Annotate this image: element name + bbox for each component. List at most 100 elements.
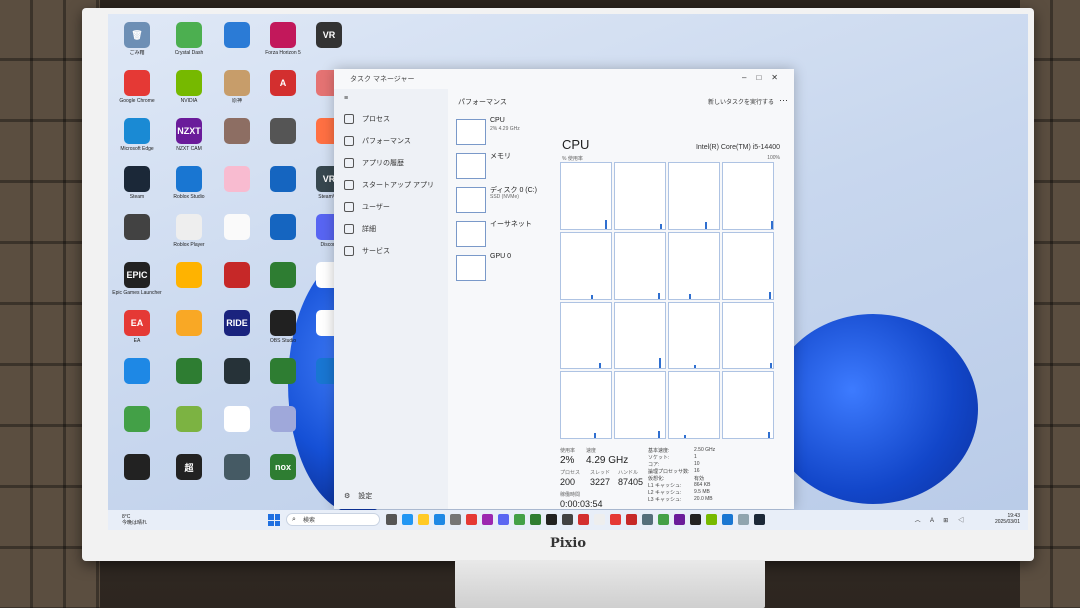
taskbar-app-icon[interactable] <box>514 514 525 525</box>
nav-settings[interactable]: ⚙ 設定 <box>344 491 372 501</box>
desktop-icon[interactable]: Google Chrome <box>112 70 162 104</box>
performance-pane: パフォーマンス 新しいタスクを実行する ⋯ CPU 2% 4.29 GHz メモリ… <box>448 89 794 509</box>
app-icon <box>270 358 296 384</box>
desktop-icon[interactable]: Roblox Player <box>164 214 214 248</box>
users-icon <box>344 202 354 212</box>
cpu-core-graph <box>614 162 666 230</box>
taskbar-app-icon[interactable] <box>482 514 493 525</box>
desktop-icon[interactable]: 原神 <box>212 70 262 104</box>
taskbar-app-icon[interactable] <box>754 514 765 525</box>
taskbar-app-icon[interactable] <box>562 514 573 525</box>
taskbar-app-icon[interactable] <box>738 514 749 525</box>
clock[interactable]: 19:43 2025/03/01 <box>995 513 1020 525</box>
desktop-icon[interactable] <box>212 262 262 290</box>
desktop-icon[interactable] <box>164 262 214 290</box>
desktop-icon[interactable] <box>212 118 262 146</box>
nav-startup-apps[interactable]: スタートアップ アプリ <box>334 174 448 196</box>
desktop-icon[interactable] <box>212 22 262 50</box>
desktop-icon[interactable]: VR <box>304 22 354 50</box>
desktop-icon[interactable] <box>112 214 162 242</box>
hamburger-menu-icon[interactable]: ≡ <box>334 89 448 108</box>
desktop-icon[interactable] <box>212 406 262 434</box>
desktop-screen: 🗑 ごみ箱 Crystal Dash Forza Horizon 5 VR Google … <box>108 14 1028 530</box>
taskbar-app-icon[interactable] <box>610 514 621 525</box>
handles-value: 87405 <box>618 477 644 487</box>
desktop-icon[interactable] <box>164 406 214 434</box>
desktop-icon[interactable] <box>112 454 162 482</box>
desktop-icon[interactable]: EA EA <box>112 310 162 344</box>
desktop-icon[interactable]: EPIC Epic Games Launcher <box>112 262 162 296</box>
desktop-icon[interactable]: OBS Studio <box>258 310 308 344</box>
desktop-icon[interactable] <box>164 358 214 386</box>
taskbar-app-icon[interactable] <box>642 514 653 525</box>
app-icon: 🗑 <box>124 22 150 48</box>
system-tray-icons[interactable]: ︿ A ⊞ ◁ <box>915 515 968 524</box>
desktop-icon[interactable] <box>258 118 308 146</box>
desktop-icon[interactable] <box>212 166 262 194</box>
desktop-icon[interactable]: Roblox Studio <box>164 166 214 200</box>
taskbar-app-icon[interactable] <box>498 514 509 525</box>
desktop-icon[interactable] <box>258 406 308 434</box>
taskbar-app-icon[interactable] <box>690 514 701 525</box>
run-new-task-button[interactable]: 新しいタスクを実行する <box>708 97 774 106</box>
desktop-icon[interactable]: 🗑 ごみ箱 <box>112 22 162 56</box>
desktop-icon[interactable]: nox <box>258 454 308 482</box>
taskbar-app-icon[interactable] <box>402 514 413 525</box>
task-manager-nav: ≡ プロセス パフォーマンス アプリの履歴 スタートアップ アプリ ユーザー 詳… <box>334 89 448 509</box>
weather-widget[interactable]: 8°C 今晩は晴れ <box>122 514 147 526</box>
desktop-icon[interactable] <box>258 262 308 290</box>
desktop-icon[interactable]: A <box>258 70 308 98</box>
taskbar-app-icon[interactable] <box>466 514 477 525</box>
nav-users[interactable]: ユーザー <box>334 196 448 218</box>
taskbar-app-icon[interactable] <box>674 514 685 525</box>
nav-app-history[interactable]: アプリの履歴 <box>334 152 448 174</box>
taskbar-app-icon[interactable] <box>450 514 461 525</box>
desktop-icon[interactable]: RIDE <box>212 310 262 338</box>
desktop-icon[interactable] <box>212 358 262 386</box>
taskbar-app-icon[interactable] <box>434 514 445 525</box>
taskbar-app-icon[interactable] <box>722 514 733 525</box>
device-memory[interactable]: メモリ <box>456 151 552 181</box>
taskbar-app-icon[interactable] <box>530 514 541 525</box>
uptime-value: 0:00:03:54 <box>560 499 603 509</box>
taskbar-app-icon[interactable] <box>546 514 557 525</box>
taskbar-app-icon[interactable] <box>386 514 397 525</box>
taskbar-app-icon[interactable] <box>418 514 429 525</box>
taskbar-app-icon[interactable] <box>578 514 589 525</box>
desktop-icon[interactable] <box>258 214 308 242</box>
desktop-icon[interactable] <box>112 406 162 434</box>
device-gpu[interactable]: GPU 0 <box>456 253 552 283</box>
search-placeholder: 検索 <box>303 518 316 524</box>
window-controls[interactable]: –□✕ <box>742 73 788 82</box>
desktop-icon[interactable] <box>212 214 262 242</box>
nav-details[interactable]: 詳細 <box>334 218 448 240</box>
desktop-icon[interactable]: NVIDIA <box>164 70 214 104</box>
desktop-icon[interactable]: Forza Horizon 5 <box>258 22 308 56</box>
desktop-icon[interactable] <box>258 166 308 194</box>
desktop-icon[interactable]: NZXT NZXT CAM <box>164 118 214 152</box>
desktop-icon[interactable] <box>112 358 162 386</box>
desktop-icon[interactable]: Steam <box>112 166 162 200</box>
desktop-icon[interactable] <box>212 454 262 482</box>
app-icon <box>224 22 250 48</box>
start-button[interactable] <box>268 514 280 526</box>
task-manager-titlebar[interactable]: タスク マネージャー –□✕ <box>334 69 794 89</box>
more-options-icon[interactable]: ⋯ <box>779 95 788 106</box>
taskbar-app-icon[interactable] <box>594 514 605 525</box>
desktop-icon[interactable]: Microsoft Edge <box>112 118 162 152</box>
desktop-icon[interactable] <box>258 358 308 386</box>
desktop-icon[interactable] <box>164 310 214 338</box>
device-cpu[interactable]: CPU 2% 4.29 GHz <box>456 117 552 147</box>
taskbar-app-icon[interactable] <box>706 514 717 525</box>
cpu-model: Intel(R) Core(TM) i5-14400 <box>695 144 780 151</box>
taskbar-app-icon[interactable] <box>626 514 637 525</box>
desktop-icon[interactable]: 超 <box>164 454 214 482</box>
taskbar-search[interactable]: ⌕ 検索 <box>286 513 380 526</box>
desktop-icon[interactable]: Crystal Dash <box>164 22 214 56</box>
device-ethernet[interactable]: イーサネット <box>456 219 552 249</box>
nav-performance[interactable]: パフォーマンス <box>334 130 448 152</box>
nav-services[interactable]: サービス <box>334 240 448 262</box>
nav-processes[interactable]: プロセス <box>334 108 448 130</box>
taskbar-app-icon[interactable] <box>658 514 669 525</box>
device-disk[interactable]: ディスク 0 (C:) SSD (NVMe) <box>456 185 552 215</box>
